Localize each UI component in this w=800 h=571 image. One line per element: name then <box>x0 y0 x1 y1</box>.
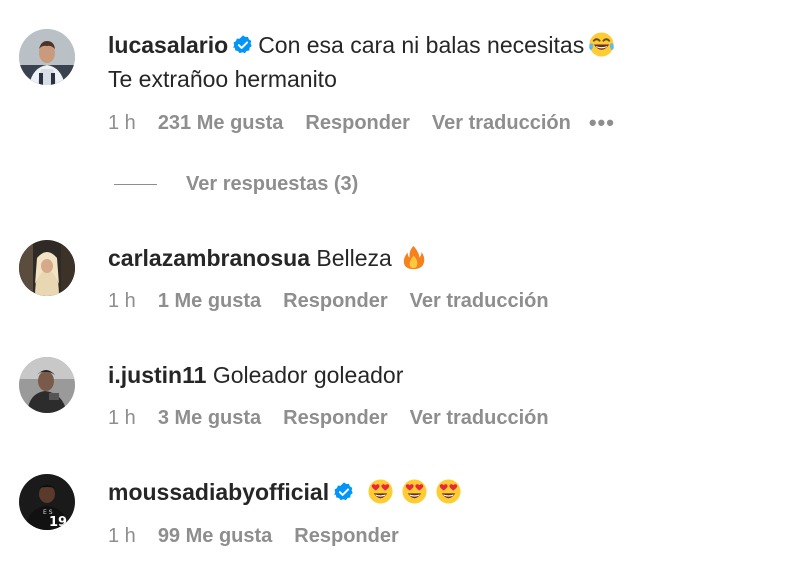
face-with-tears-of-joy-icon <box>588 31 615 58</box>
avatar[interactable] <box>19 240 75 296</box>
comment-line: lucasalario Con esa cara ni balas necesit… <box>108 31 615 59</box>
comment-text: Belleza <box>316 245 392 271</box>
timestamp[interactable]: 1 h <box>108 289 136 313</box>
reply-button[interactable]: Responder <box>283 406 387 430</box>
reply-button[interactable]: Responder <box>294 524 398 548</box>
comment-meta: 1 h 3 Me gusta Responder Ver traducción <box>108 406 567 430</box>
svg-text:19: 19 <box>49 515 67 530</box>
verified-badge-icon <box>333 481 355 503</box>
translate-button[interactable]: Ver traducción <box>432 111 571 135</box>
heart-eyes-icon <box>435 478 462 505</box>
username[interactable]: carlazambranosua <box>108 245 310 271</box>
reply-button[interactable]: Responder <box>283 289 387 313</box>
comment-meta: 1 h 1 Me gusta Responder Ver traducción <box>108 289 567 313</box>
comment-text: Con esa cara ni balas necesitas <box>258 32 585 58</box>
view-replies-label: Ver respuestas (3) <box>186 173 359 195</box>
comment-meta: 1 h 99 Me gusta Responder <box>108 524 421 548</box>
fire-icon <box>400 244 427 271</box>
replies-divider <box>114 184 157 185</box>
comment-text: Goleador goleador <box>212 362 404 388</box>
comment-line: i.justin11 Goleador goleador <box>108 361 403 389</box>
comment-meta: 1 h 231 Me gusta Responder Ver traducció… <box>108 111 615 135</box>
username[interactable]: i.justin11 <box>108 362 206 388</box>
verified-badge-icon <box>232 34 254 56</box>
comment-line: carlazambranosua Belleza <box>108 244 427 272</box>
comment-text-line-2: Te extrañoo hermanito <box>108 66 337 92</box>
likes-count[interactable]: 1 Me gusta <box>158 289 261 313</box>
username[interactable]: lucasalario <box>108 32 228 58</box>
heart-eyes-icon <box>401 478 428 505</box>
timestamp[interactable]: 1 h <box>108 406 136 430</box>
timestamp[interactable]: 1 h <box>108 524 136 548</box>
timestamp[interactable]: 1 h <box>108 111 136 135</box>
avatar[interactable] <box>19 29 75 85</box>
avatar[interactable] <box>19 357 75 413</box>
likes-count[interactable]: 231 Me gusta <box>158 111 284 135</box>
heart-eyes-icon <box>367 478 394 505</box>
likes-count[interactable]: 99 Me gusta <box>158 524 272 548</box>
view-replies-button[interactable]: Ver respuestas (3) <box>114 173 358 196</box>
likes-count[interactable]: 3 Me gusta <box>158 406 261 430</box>
translate-button[interactable]: Ver traducción <box>410 289 549 313</box>
translate-button[interactable]: Ver traducción <box>410 406 549 430</box>
comment-line: moussadiabyofficial <box>108 478 462 506</box>
more-options-icon[interactable]: ••• <box>589 112 615 134</box>
avatar[interactable]: 19 E S <box>19 474 75 530</box>
username[interactable]: moussadiabyofficial <box>108 479 329 505</box>
reply-button[interactable]: Responder <box>305 111 409 135</box>
svg-text:E S: E S <box>43 509 53 516</box>
